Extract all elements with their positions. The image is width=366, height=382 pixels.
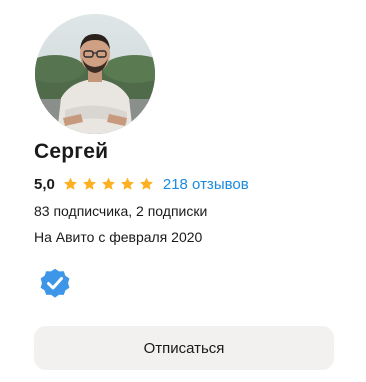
rating-stars bbox=[62, 176, 157, 192]
reviews-link[interactable]: 218 отзывов bbox=[163, 176, 249, 193]
unsubscribe-button[interactable]: Отписаться bbox=[34, 326, 334, 370]
star-icon bbox=[139, 177, 153, 190]
rating-value: 5,0 bbox=[34, 175, 55, 193]
profile-card: Сергей 5,0 218 отзывов 83 подписчика, 2 … bbox=[0, 0, 366, 382]
avatar[interactable] bbox=[35, 14, 155, 134]
subscriptions-info[interactable]: 83 подписчика, 2 подписки bbox=[34, 203, 207, 219]
avatar-photo bbox=[35, 14, 155, 134]
verified-badge-icon[interactable] bbox=[38, 266, 72, 300]
member-since: На Авито с февраля 2020 bbox=[34, 229, 203, 245]
rating-row: 5,0 218 отзывов bbox=[34, 174, 249, 194]
star-icon bbox=[82, 177, 96, 190]
star-icon bbox=[101, 177, 115, 190]
star-icon bbox=[120, 177, 134, 190]
profile-name: Сергей bbox=[34, 140, 109, 163]
star-icon bbox=[63, 177, 77, 190]
